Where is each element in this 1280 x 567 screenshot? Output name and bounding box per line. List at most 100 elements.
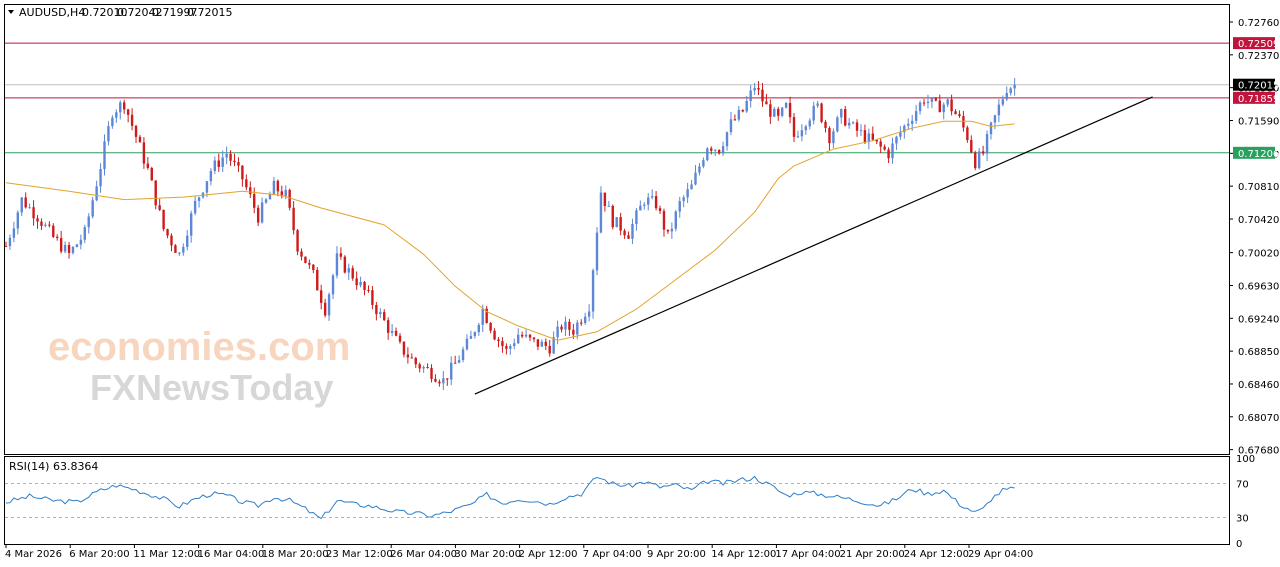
- candle-bear: [603, 192, 607, 206]
- candle-bull: [107, 126, 110, 142]
- candle-bull: [714, 149, 717, 151]
- time-tick-label: 2 Apr 12:00: [519, 549, 578, 560]
- price-tick-label: 0.72370: [1238, 51, 1279, 62]
- chart-canvas: economies.com FXNewsToday 0.72760 0.72370…: [4, 4, 1279, 560]
- candle-bull: [583, 316, 587, 323]
- candle-bull: [8, 237, 12, 247]
- candle-bear: [580, 322, 583, 324]
- candle-bear: [304, 256, 307, 263]
- candle-bear: [505, 346, 508, 349]
- candle-bull: [784, 102, 788, 108]
- candle-bear: [560, 326, 563, 330]
- candle-bear: [371, 290, 374, 305]
- time-tick-label: 30 Mar 20:00: [454, 549, 521, 560]
- candle-bull: [1005, 93, 1008, 100]
- candle-bull: [867, 133, 871, 142]
- chart-header[interactable]: AUDUSD,H4 0.72010 0.72042 0.71997 0.7201…: [8, 6, 233, 19]
- candle-bull: [115, 112, 118, 118]
- candle-bear: [237, 162, 240, 166]
- candle-bear: [276, 180, 280, 192]
- candle-bear: [410, 357, 414, 359]
- candle-bull: [678, 201, 681, 212]
- candle-bull: [745, 100, 748, 112]
- candle-bear: [375, 304, 378, 315]
- candle-bear: [426, 367, 429, 369]
- watermark-fxnewstoday: FXNewsToday: [90, 367, 333, 408]
- price-tick-label: 0.69630: [1238, 281, 1279, 292]
- candle-bear: [32, 207, 35, 219]
- candle-bull: [907, 123, 910, 126]
- candle-bear: [126, 109, 130, 115]
- candle-bear: [363, 281, 366, 291]
- candle-bear: [249, 187, 252, 195]
- rsi-tick-label: 100: [1236, 454, 1255, 465]
- candle-bull: [268, 193, 272, 200]
- candle-bear: [394, 330, 398, 336]
- candle-bull: [213, 160, 217, 171]
- candle-bear: [532, 337, 536, 340]
- candle-bull: [587, 311, 591, 317]
- candle-bear: [414, 358, 417, 365]
- price-tick-label: 0.70420: [1238, 215, 1279, 226]
- candle-bull: [773, 108, 776, 117]
- candle-bear: [844, 109, 847, 126]
- candle-bull: [481, 308, 484, 325]
- candle-bull: [552, 337, 555, 354]
- candle-bear: [446, 378, 449, 380]
- candle-bear: [855, 122, 859, 131]
- candle-bull: [859, 130, 863, 132]
- candle-bear: [493, 330, 496, 340]
- candle-bear: [733, 119, 737, 121]
- candle-bull: [564, 321, 567, 330]
- candle-bear: [386, 320, 390, 333]
- candle-bear: [229, 153, 232, 161]
- candle-bear: [970, 140, 973, 153]
- candle-bull: [753, 87, 756, 91]
- candle-bear: [40, 221, 43, 226]
- candle-bull: [477, 324, 480, 333]
- candle-bull: [911, 120, 914, 124]
- time-tick-label: 24 Apr 12:00: [904, 549, 969, 560]
- candle-bear: [938, 100, 941, 113]
- candle-bull: [899, 132, 902, 137]
- candle-bull: [694, 172, 697, 185]
- candle-bear: [134, 125, 138, 137]
- candle-bear: [256, 207, 260, 223]
- time-tick-label: 4 Mar 2026: [5, 549, 62, 560]
- candle-bear: [717, 149, 721, 154]
- candle-bull: [808, 120, 811, 127]
- price-tick-label: 0.70020: [1238, 249, 1279, 260]
- candle-bear: [757, 87, 760, 90]
- candle-bull: [260, 202, 264, 223]
- candle-bear: [619, 217, 622, 231]
- candle-bull: [721, 146, 725, 154]
- candle-bear: [241, 165, 244, 180]
- candle-bear: [288, 189, 291, 208]
- price-tick-label: 0.71590: [1238, 116, 1279, 127]
- candle-bull: [75, 244, 79, 248]
- candle-bear: [572, 329, 575, 335]
- rsi-tick-label: 30: [1236, 514, 1249, 525]
- candle-bull: [816, 103, 819, 106]
- candle-bull: [993, 115, 997, 123]
- candle-bear: [662, 211, 666, 230]
- candle-bear: [174, 245, 177, 253]
- candle-bull: [469, 336, 473, 339]
- candle-bear: [170, 235, 173, 246]
- candle-bear: [367, 290, 370, 292]
- candle-bull: [847, 122, 851, 126]
- candle-bear: [300, 251, 303, 257]
- time-tick-label: 17 Apr 04:00: [775, 549, 840, 560]
- candle-bull: [95, 186, 98, 201]
- candle-bull: [840, 109, 843, 118]
- candle-bull: [643, 204, 646, 206]
- candle-bear: [217, 160, 220, 167]
- level-tag-label: 0.71206: [1238, 149, 1279, 160]
- candle-bull: [702, 160, 705, 167]
- candle-bull: [442, 378, 445, 384]
- price-tick-label: 0.68070: [1238, 413, 1279, 424]
- price-tick-label: 0.68850: [1238, 347, 1279, 358]
- candle-bear: [245, 179, 248, 188]
- candle-bull: [87, 216, 90, 228]
- candle-bear: [520, 334, 524, 337]
